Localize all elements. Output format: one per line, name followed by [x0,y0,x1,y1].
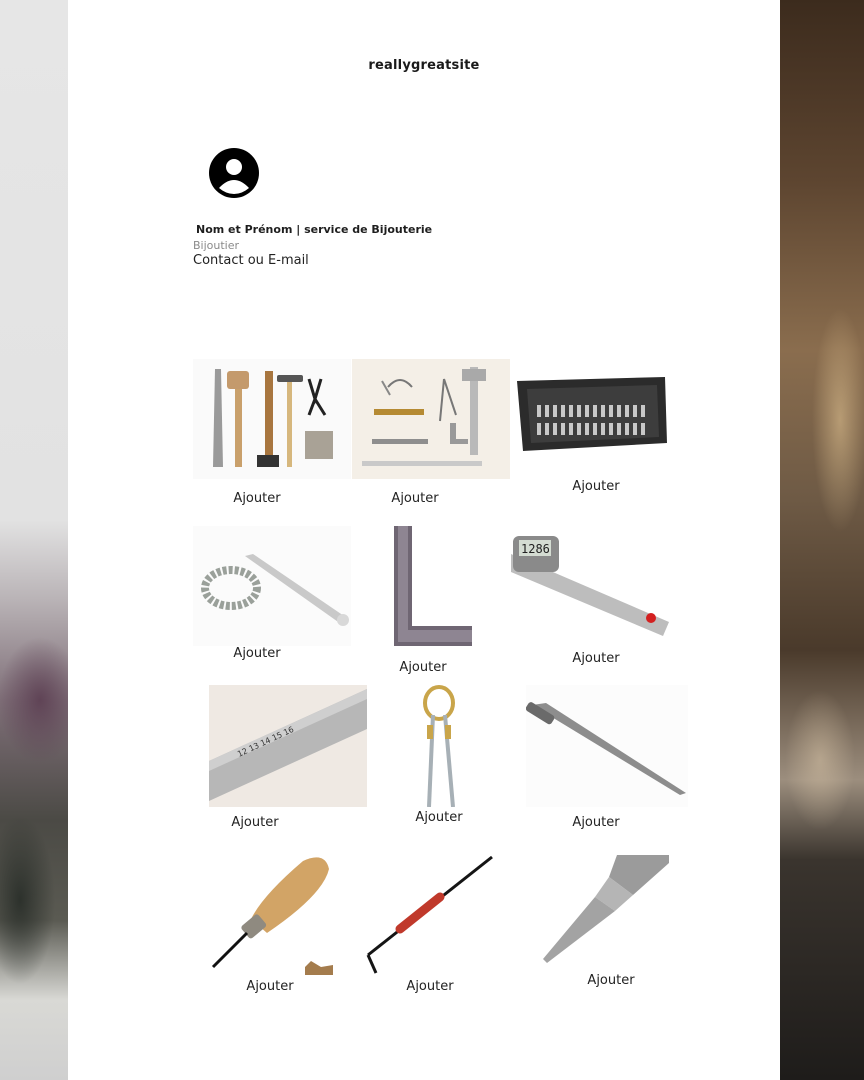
profile-name: Nom et Prénom | service de Bijouterie [196,223,433,236]
background-right [780,0,864,1080]
product-image-red-grip-tool[interactable] [352,855,510,975]
product-image-center-punch[interactable] [511,855,669,975]
profile-contact: Contact ou E-mail [193,253,309,268]
add-button[interactable]: Ajouter [212,491,302,506]
add-button[interactable]: Ajouter [385,979,475,994]
site-name: reallygreatsite [368,58,480,73]
add-button[interactable]: Ajouter [566,973,656,988]
product-image-steel-square[interactable] [388,526,472,646]
add-button[interactable]: Ajouter [551,479,641,494]
add-button[interactable]: Ajouter [370,491,460,506]
product-image-soldering-tweezers[interactable] [373,685,503,807]
add-button[interactable]: Ajouter [225,979,315,994]
add-button[interactable]: Ajouter [212,646,302,661]
product-image-ring-sizer-mandrel[interactable] [193,526,351,646]
profile-role: Bijoutier [193,239,240,252]
add-button[interactable]: Ajouter [551,651,641,666]
product-image-wooden-handle-tool[interactable] [193,855,351,975]
product-image-tool-set[interactable] [193,359,351,479]
product-image-ring-sizer-case[interactable] [511,359,669,479]
page-card: reallygreatsite Nom et Prénom | service … [68,0,780,1080]
product-image-measuring-tools[interactable] [352,359,510,479]
svg-text:1286: 1286 [521,542,550,556]
background-left [0,0,68,1080]
add-button[interactable]: Ajouter [378,660,468,675]
user-avatar-icon [209,148,259,198]
add-button[interactable]: Ajouter [394,810,484,825]
add-button[interactable]: Ajouter [210,815,300,830]
product-image-steel-ruler[interactable]: 12 13 14 15 16 [209,685,367,807]
add-button[interactable]: Ajouter [551,815,641,830]
product-image-scriber[interactable] [526,685,688,807]
product-image-digital-caliper[interactable]: 1286 [511,526,669,646]
